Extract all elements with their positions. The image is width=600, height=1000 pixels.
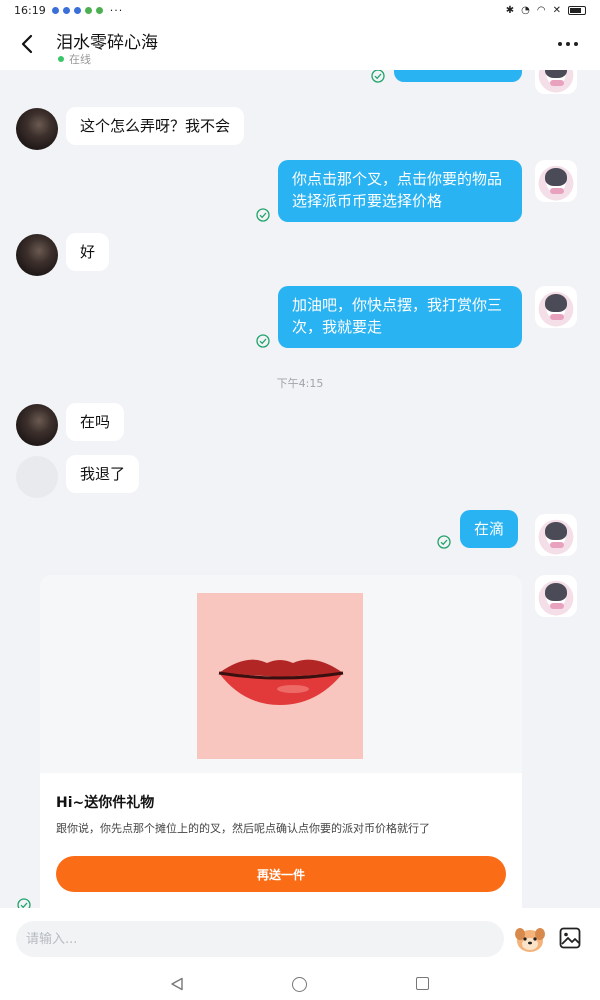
more-notifications: ··· [109,3,124,17]
nav-recent-apps-icon[interactable] [416,977,429,990]
notification-icon [73,6,81,14]
message-input-bar [0,908,600,968]
status-bar: 16:19 ··· ✱ ◔ ◠ ✕ [0,0,600,20]
wechat-icon [95,6,103,14]
contact-name: 泪水零碎心海 [56,33,158,53]
incoming-message-bubble[interactable]: 好 [66,233,110,271]
notification-icon [51,6,59,14]
incoming-message-bubble[interactable]: 我退了 [66,455,140,493]
battery-icon [568,5,586,15]
my-avatar[interactable] [535,514,577,556]
back-arrow-icon[interactable] [16,32,40,56]
alarm-icon: ◔ [521,4,530,16]
gift-card[interactable]: Hi~送你件礼物 跟你说，你先点那个摊位上的的叉，然后呢点确认点你要的派对币价格… [40,575,522,908]
status-time: 16:19 [14,3,46,17]
gift-description: 跟你说，你先点那个摊位上的的叉，然后呢点确认点你要的派对币价格就行了 [56,822,430,835]
gift-image-area [40,575,522,773]
read-check-icon [256,208,270,222]
contact-avatar[interactable] [16,404,58,446]
incoming-message-bubble[interactable]: 这个怎么弄呀？我不会 [66,107,245,145]
nav-home-icon[interactable] [292,977,307,992]
wifi-icon: ◠ [536,4,546,16]
outgoing-message-bubble[interactable]: 你点击那个叉，点击你要的物品选择派币币要选择价格 [278,160,522,222]
sticker-icon[interactable] [514,924,546,954]
message-timestamp: 下午4:15 [276,377,324,390]
status-icons: ✱ ◔ ◠ ✕ [506,5,586,16]
contact-avatar[interactable] [16,456,58,498]
my-avatar[interactable] [535,70,577,94]
dot-icon [558,42,562,46]
incoming-message-bubble[interactable]: 在吗 [66,403,125,441]
outgoing-message-bubble-partial[interactable] [394,70,522,82]
chat-message-list[interactable]: 这个怎么弄呀？我不会 你点击那个叉，点击你要的物品选择派币币要选择价格 好 加油… [0,70,600,908]
dot-icon [566,42,570,46]
outgoing-message-bubble[interactable]: 加油吧，你快点摆，我打赏你三次，我就要走 [278,286,522,348]
contact-avatar[interactable] [16,108,58,150]
read-check-icon [256,334,270,348]
nav-back-icon[interactable] [170,977,184,991]
online-status: 在线 [58,51,91,67]
app-notification-icon [84,6,92,14]
read-check-icon [371,70,385,83]
more-options-button[interactable] [558,36,582,52]
contact-avatar[interactable] [16,234,58,276]
system-navigation-bar [0,968,600,1000]
gift-title: Hi~送你件礼物 [56,795,155,811]
silent-icon: ✕ [552,4,561,16]
read-check-icon [437,535,451,549]
my-avatar[interactable] [535,160,577,202]
outgoing-message-bubble[interactable]: 在滴 [460,510,519,548]
online-status-label: 在线 [69,53,91,66]
chat-header: 泪水零碎心海 在线 [0,20,600,70]
my-avatar[interactable] [535,575,577,617]
gift-lips-image [197,593,363,759]
message-input-container[interactable] [16,921,504,957]
message-input[interactable] [26,931,504,947]
my-avatar[interactable] [535,286,577,328]
notification-icon [62,6,70,14]
dot-icon [574,42,578,46]
send-another-gift-button[interactable]: 再送一件 [56,856,506,892]
online-dot-icon [58,56,64,62]
bluetooth-icon: ✱ [505,4,515,16]
read-check-icon [17,898,31,908]
image-icon[interactable] [559,927,581,949]
